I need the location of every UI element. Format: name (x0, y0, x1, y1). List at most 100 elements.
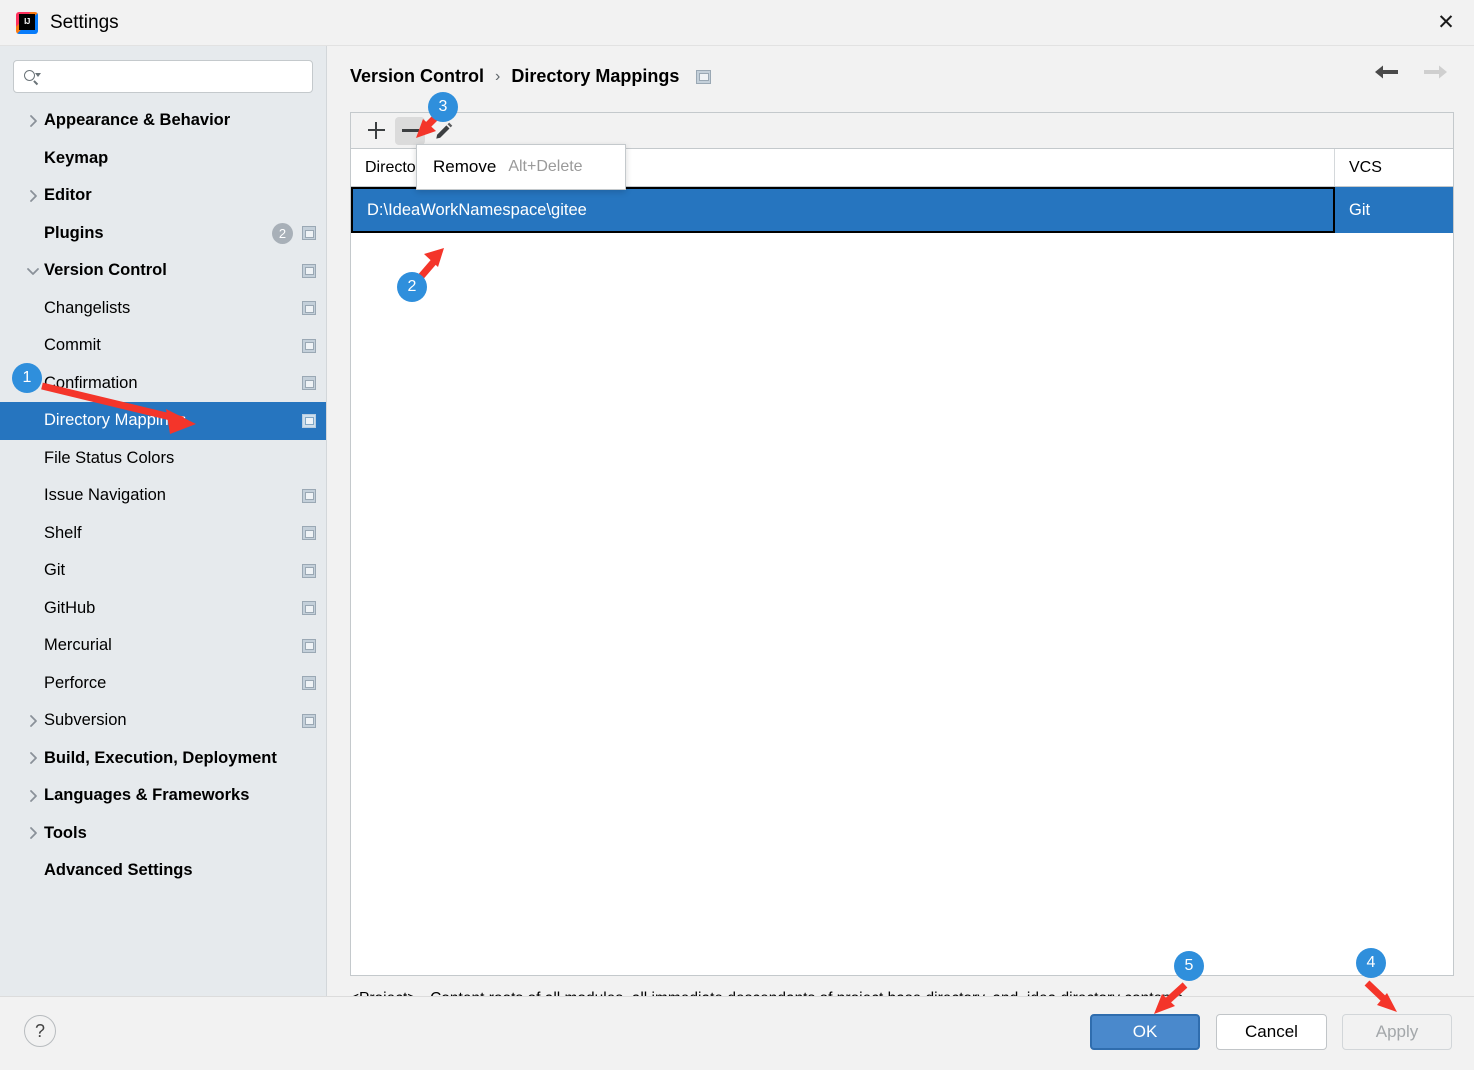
forward-arrow-icon (1422, 64, 1448, 85)
breadcrumb-leaf: Directory Mappings (511, 66, 680, 86)
navigation-arrows (1374, 64, 1448, 85)
column-header-vcs[interactable]: VCS (1335, 149, 1453, 186)
add-mapping-button[interactable] (361, 117, 391, 145)
sidebar-item-label: Tools (44, 823, 87, 842)
sidebar-item-label: Version Control (44, 261, 167, 280)
panel-icon (696, 69, 712, 84)
sidebar-item-issue-navigation[interactable]: Issue Navigation (0, 477, 326, 515)
panel-icon (302, 676, 316, 691)
sidebar-item-count-badge: 2 (272, 222, 293, 244)
sidebar-item-label: File Status Colors (44, 448, 175, 467)
settings-sidebar: Appearance & Behavior Keymap Editor Plugins… (0, 46, 327, 996)
minus-icon (401, 129, 419, 132)
cancel-button[interactable]: Cancel (1216, 1014, 1327, 1050)
sidebar-item-label: Plugins (44, 223, 104, 242)
panel-icon (302, 376, 316, 391)
panel-icon (302, 526, 316, 541)
breadcrumb-separator: › (495, 67, 501, 85)
intellij-idea-icon (16, 11, 38, 34)
chevron-right-icon[interactable] (22, 114, 44, 128)
sidebar-item-label: Shelf (44, 523, 82, 542)
sidebar-item-languages-frameworks[interactable]: Languages & Frameworks (0, 777, 326, 815)
main-panel: Version Control › Directory Mappings Dir… (328, 46, 1474, 1007)
sidebar-item-label: Advanced Settings (44, 861, 193, 880)
panel-icon (302, 226, 316, 241)
chevron-right-icon[interactable] (22, 189, 44, 203)
annotation-callout-5: 5 (1174, 951, 1204, 981)
panel-icon (302, 713, 316, 728)
sidebar-item-label: Subversion (44, 711, 127, 730)
annotation-callout-4: 4 (1356, 948, 1386, 978)
sidebar-item-build-execution-deployment[interactable]: Build, Execution, Deployment (0, 740, 326, 778)
window-title: Settings (50, 11, 119, 33)
remove-mapping-button[interactable] (395, 116, 425, 145)
remove-tooltip: Remove Alt+Delete (416, 144, 626, 190)
search-icon (23, 68, 41, 86)
chevron-right-icon[interactable] (22, 789, 44, 803)
annotation-callout-3: 3 (428, 92, 458, 122)
panel-icon (302, 601, 316, 616)
breadcrumb: Version Control › Directory Mappings (350, 66, 712, 87)
apply-button[interactable]: Apply (1342, 1014, 1452, 1050)
table-body: D:\IdeaWorkNamespace\gitee Git (351, 187, 1453, 233)
sidebar-item-tools[interactable]: Tools (0, 815, 326, 853)
back-arrow-icon[interactable] (1374, 64, 1400, 85)
sidebar-item-label: Confirmation (44, 373, 138, 392)
dialog-footer: ? OK Cancel Apply (0, 996, 1474, 1070)
sidebar-item-label: Languages & Frameworks (44, 786, 250, 805)
sidebar-item-label: Directory Mappings (44, 411, 187, 430)
sidebar-item-label: Changelists (44, 298, 131, 317)
sidebar-item-mercurial[interactable]: Mercurial (0, 627, 326, 665)
sidebar-item-git[interactable]: Git (0, 552, 326, 590)
sidebar-item-confirmation[interactable]: Confirmation (0, 365, 326, 403)
ok-button[interactable]: OK (1090, 1014, 1200, 1050)
help-button[interactable]: ? (24, 1015, 56, 1047)
directory-mappings-table: Directory VCS D:\IdeaWorkNamespace\gitee… (350, 112, 1454, 976)
window-titlebar: Settings ✕ (0, 0, 1474, 46)
chevron-right-icon[interactable] (22, 714, 44, 728)
sidebar-item-label: Issue Navigation (44, 486, 166, 505)
close-icon[interactable]: ✕ (1418, 0, 1474, 45)
sidebar-item-shelf[interactable]: Shelf (0, 515, 326, 553)
panel-icon (302, 263, 316, 278)
sidebar-item-github[interactable]: GitHub (0, 590, 326, 628)
sidebar-item-label: Perforce (44, 673, 107, 692)
sidebar-item-subversion[interactable]: Subversion (0, 702, 326, 740)
sidebar-item-version-control[interactable]: Version Control (0, 252, 326, 290)
sidebar-item-label: Mercurial (44, 636, 112, 655)
tooltip-label: Remove (433, 157, 497, 176)
annotation-callout-2: 2 (397, 272, 427, 302)
chevron-down-icon[interactable] (22, 264, 44, 278)
sidebar-item-file-status-colors[interactable]: File Status Colors (0, 440, 326, 478)
sidebar-item-label: Build, Execution, Deployment (44, 748, 277, 767)
table-row[interactable]: D:\IdeaWorkNamespace\gitee Git (351, 187, 1453, 233)
annotation-callout-1: 1 (12, 363, 42, 393)
breadcrumb-root[interactable]: Version Control (350, 66, 484, 87)
search-input[interactable] (45, 68, 303, 85)
sidebar-item-perforce[interactable]: Perforce (0, 665, 326, 703)
edit-pencil-icon (435, 122, 452, 139)
sidebar-item-plugins[interactable]: Plugins 2 (0, 215, 326, 253)
chevron-right-icon[interactable] (22, 826, 44, 840)
sidebar-item-directory-mappings[interactable]: Directory Mappings (0, 402, 326, 440)
settings-tree: Appearance & Behavior Keymap Editor Plugins… (0, 102, 326, 890)
plus-icon (367, 122, 385, 139)
sidebar-item-commit[interactable]: Commit (0, 327, 326, 365)
panel-icon (302, 413, 316, 428)
panel-icon (302, 301, 316, 316)
sidebar-item-advanced-settings[interactable]: Advanced Settings (0, 852, 326, 890)
cell-vcs[interactable]: Git (1335, 187, 1453, 233)
search-box[interactable] (13, 60, 313, 93)
sidebar-item-appearance-behavior[interactable]: Appearance & Behavior (0, 102, 326, 140)
search-container (0, 46, 326, 93)
sidebar-item-label: GitHub (44, 598, 96, 617)
tooltip-shortcut: Alt+Delete (508, 158, 583, 175)
sidebar-item-keymap[interactable]: Keymap (0, 140, 326, 178)
sidebar-item-label: Appearance & Behavior (44, 111, 231, 130)
cell-directory[interactable]: D:\IdeaWorkNamespace\gitee (351, 187, 1335, 233)
chevron-right-icon[interactable] (22, 751, 44, 765)
sidebar-item-editor[interactable]: Editor (0, 177, 326, 215)
sidebar-item-changelists[interactable]: Changelists (0, 290, 326, 328)
panel-icon (302, 338, 316, 353)
sidebar-item-label: Git (44, 561, 66, 580)
